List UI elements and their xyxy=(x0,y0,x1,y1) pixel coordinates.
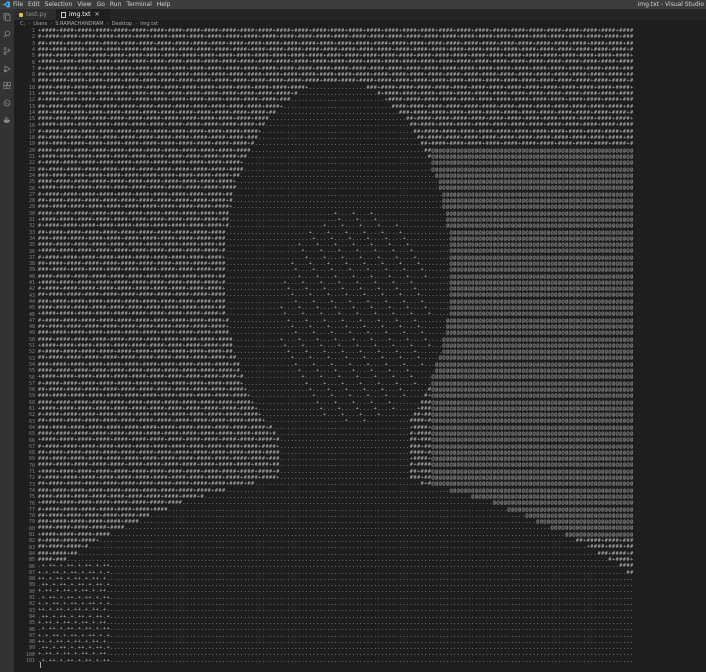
tab-test-py[interactable]: test.py xyxy=(14,9,56,20)
chevron-right-icon: › xyxy=(106,21,109,27)
search-icon[interactable] xyxy=(3,30,11,38)
menu-run[interactable]: Run xyxy=(110,0,122,9)
menu-bar: File Edit Selection View Go Run Terminal… xyxy=(13,0,170,9)
explorer-icon[interactable] xyxy=(3,13,11,21)
run-debug-icon[interactable] xyxy=(3,65,11,73)
chevron-right-icon: › xyxy=(135,21,138,27)
source-control-icon[interactable] xyxy=(3,47,11,55)
menu-terminal[interactable]: Terminal xyxy=(126,0,151,9)
breadcrumb-drive[interactable]: C: xyxy=(20,20,25,28)
title-bar: File Edit Selection View Go Run Terminal… xyxy=(0,0,706,9)
text-file-icon xyxy=(61,11,66,18)
chevron-right-icon: › xyxy=(28,21,31,27)
python-file-icon xyxy=(19,12,23,17)
tab-img-txt[interactable]: img.txt ✕ xyxy=(56,9,110,20)
remote-icon[interactable] xyxy=(3,99,11,107)
breadcrumb-users[interactable]: Users xyxy=(33,20,47,28)
line-number: 101 xyxy=(25,658,35,664)
menu-help[interactable]: Help xyxy=(157,0,171,9)
line-number-gutter: 1 2 3 4 5 6 7 8 9 10 11 12 13 14 15 16 17 18 19 20 21 22 23 24 2… xyxy=(14,28,38,672)
menu-go[interactable]: Go xyxy=(97,0,105,9)
activity-bar xyxy=(0,9,14,672)
ascii-art-text[interactable]: +####+####+####+####+####+####+####+####… xyxy=(38,28,698,668)
breadcrumb-file[interactable]: img.txt xyxy=(140,20,158,28)
menu-edit[interactable]: Edit xyxy=(28,0,40,9)
menu-view[interactable]: View xyxy=(77,0,91,9)
breadcrumb-desktop[interactable]: Desktop xyxy=(112,20,133,28)
menu-selection[interactable]: Selection xyxy=(45,0,73,9)
vscode-logo-icon xyxy=(3,1,10,8)
tab-label: img.txt xyxy=(69,11,91,18)
editor-pane[interactable]: 1 2 3 4 5 6 7 8 9 10 11 12 13 14 15 16 17 18 19 20 21 22 23 24 2… xyxy=(14,28,706,672)
close-icon[interactable]: ✕ xyxy=(94,11,99,18)
breadcrumb: C: › Users › S.RAMACHANDRAM › Desktop › img.… xyxy=(14,20,706,28)
docker-icon[interactable] xyxy=(3,116,11,124)
window-title: img.txt - Visual Studio xyxy=(637,1,704,8)
menu-file[interactable]: File xyxy=(13,0,23,9)
chevron-right-icon: › xyxy=(50,21,53,27)
tab-label: test.py xyxy=(26,11,47,18)
breadcrumb-user[interactable]: S.RAMACHANDRAM xyxy=(55,20,103,28)
extensions-icon[interactable] xyxy=(3,82,11,90)
editor-tabs: test.py img.txt ✕ xyxy=(14,9,706,20)
text-cursor xyxy=(40,662,41,668)
